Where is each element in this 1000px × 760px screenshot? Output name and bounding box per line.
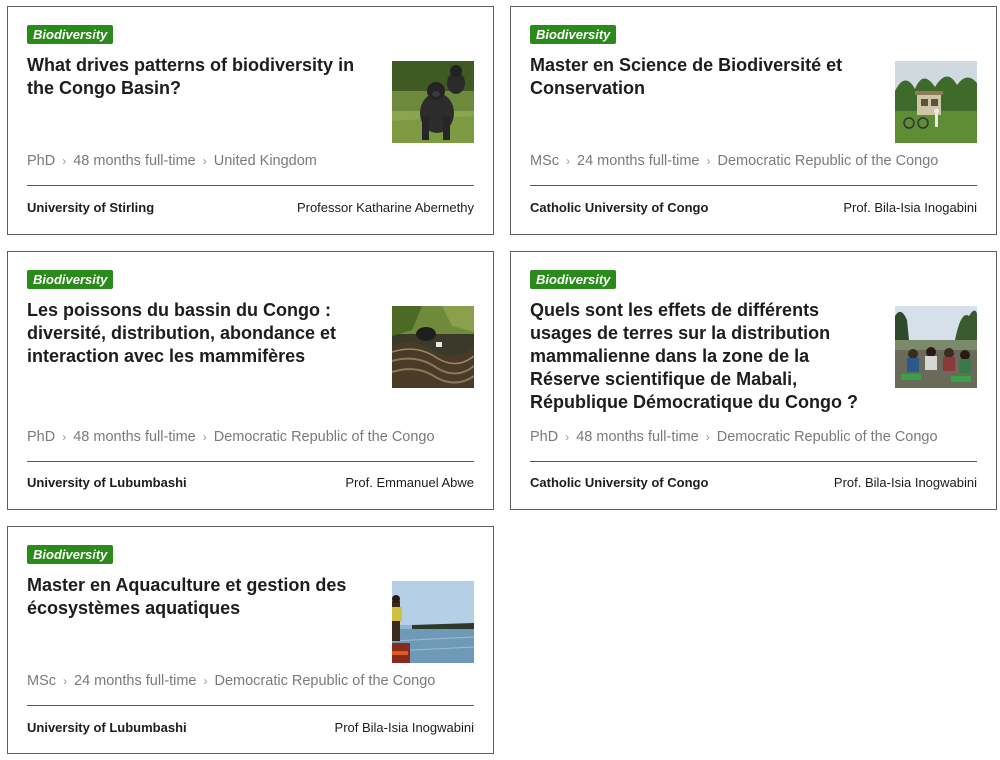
chevron-right-icon: › <box>706 154 711 168</box>
programme-title[interactable]: What drives patterns of biodiversity in … <box>27 54 377 100</box>
university-name: University of Lubumbashi <box>27 475 187 490</box>
chevron-right-icon: › <box>62 154 67 168</box>
river-rocks-photo <box>392 306 474 388</box>
country: United Kingdom <box>213 153 317 169</box>
category-tag[interactable]: Biodiversity <box>530 25 617 44</box>
supervisor-name: Prof Bila-Isia Inogwabini <box>334 720 474 735</box>
supervisor-name: Prof. Emmanuel Abwe <box>345 475 474 490</box>
duration: 48 months full-time <box>73 429 196 445</box>
programme-card[interactable]: Biodiversity What drives patterns of bio… <box>7 6 494 235</box>
divider <box>27 705 474 706</box>
group-meeting-photo <box>895 306 977 388</box>
programme-title[interactable]: Master en Aquaculture et gestion des éco… <box>27 574 377 620</box>
divider <box>530 185 977 186</box>
duration: 48 months full-time <box>73 153 196 169</box>
duration: 48 months full-time <box>576 429 699 445</box>
university-name: University of Lubumbashi <box>27 720 187 735</box>
category-tag[interactable]: Biodiversity <box>530 270 617 289</box>
chevron-right-icon: › <box>565 430 570 444</box>
programme-title[interactable]: Master en Science de Biodiversité et Con… <box>530 54 880 100</box>
chevron-right-icon: › <box>203 674 208 688</box>
programme-title[interactable]: Les poissons du bassin du Congo : divers… <box>27 299 377 368</box>
divider <box>530 461 977 462</box>
chevron-right-icon: › <box>63 674 67 688</box>
duration: 24 months full-time <box>74 673 197 689</box>
duration: 24 months full-time <box>577 153 700 169</box>
chevron-right-icon: › <box>566 154 570 168</box>
gorilla-photo <box>392 61 474 143</box>
chevron-right-icon: › <box>62 430 67 444</box>
programme-meta: MSc › 24 months full-time › Democratic R… <box>530 153 938 169</box>
divider <box>27 185 474 186</box>
supervisor-name: Professor Katharine Abernethy <box>296 200 474 215</box>
country: Democratic Republic of the Congo <box>214 673 436 689</box>
programme-title[interactable]: Quels sont les effets de différents usag… <box>530 299 880 414</box>
country: Democratic Republic of the Congo <box>717 153 939 169</box>
programme-meta: PhD › 48 months full-time › United Kingd… <box>27 153 317 169</box>
programme-card[interactable]: Biodiversity Quels sont les effets de di… <box>510 251 997 510</box>
river-canoe-photo <box>392 581 474 663</box>
programme-meta: MSc › 24 months full-time › Democratic R… <box>27 673 435 689</box>
university-name: Catholic University of Congo <box>530 475 709 490</box>
university-name: University of Stirling <box>27 200 155 215</box>
programme-card[interactable]: Biodiversity Master en Aquaculture et ge… <box>7 526 494 754</box>
category-tag[interactable]: Biodiversity <box>27 270 114 289</box>
programme-meta: PhD › 48 months full-time › Democratic R… <box>530 429 938 445</box>
chevron-right-icon: › <box>705 430 710 444</box>
supervisor-name: Prof. Bila-Isia Inogabini <box>843 200 977 215</box>
chevron-right-icon: › <box>202 154 207 168</box>
degree-level: PhD <box>27 153 56 169</box>
divider <box>27 461 474 462</box>
supervisor-name: Prof. Bila-Isia Inogwabini <box>833 475 977 490</box>
university-name: Catholic University of Congo <box>530 200 709 215</box>
programme-card[interactable]: Biodiversity Les poissons du bassin du C… <box>7 251 494 510</box>
category-tag[interactable]: Biodiversity <box>27 545 114 564</box>
degree-level: PhD <box>530 429 559 445</box>
degree-level: PhD <box>27 429 56 445</box>
country: Democratic Republic of the Congo <box>716 429 938 445</box>
degree-level: MSc <box>530 153 559 169</box>
category-tag[interactable]: Biodiversity <box>27 25 114 44</box>
degree-level: MSc <box>27 673 56 689</box>
programme-card[interactable]: Biodiversity Master en Science de Biodiv… <box>510 6 997 235</box>
field-station-photo <box>895 61 977 143</box>
country: Democratic Republic of the Congo <box>213 429 435 445</box>
chevron-right-icon: › <box>202 430 207 444</box>
programme-meta: PhD › 48 months full-time › Democratic R… <box>27 429 435 445</box>
